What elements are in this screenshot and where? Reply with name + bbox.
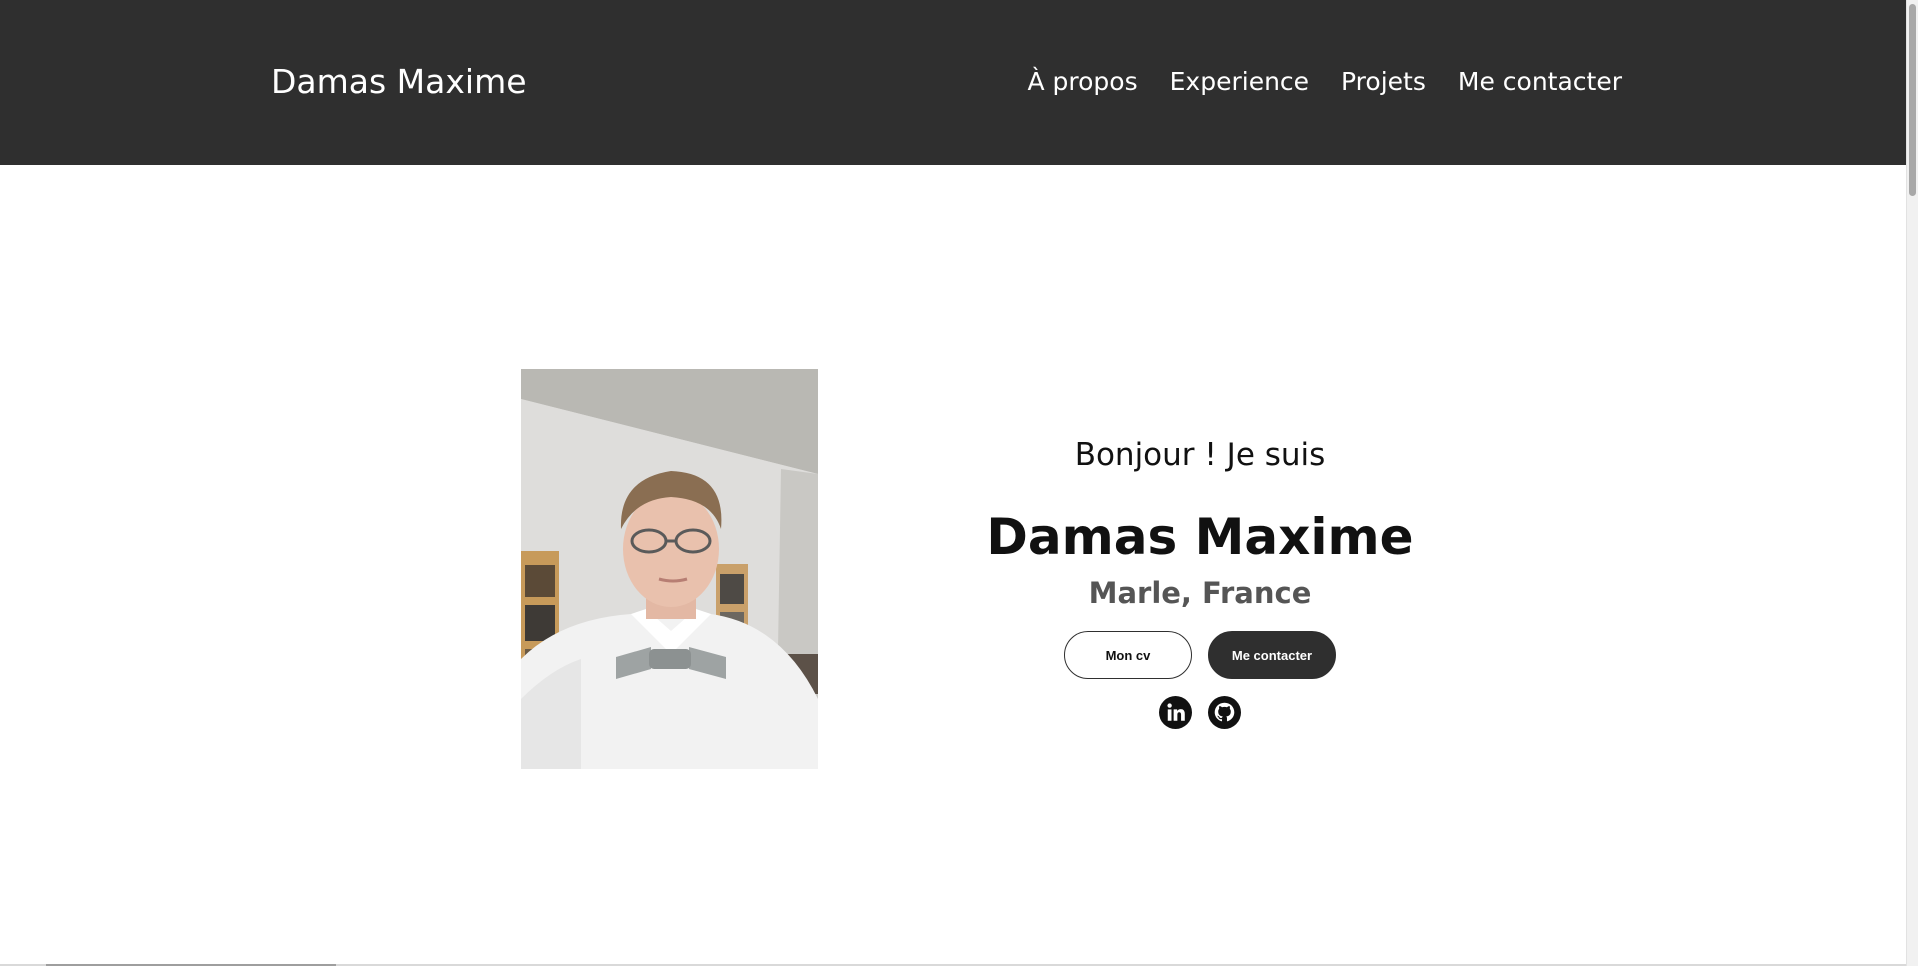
nav-link-experience[interactable]: Experience <box>1170 64 1309 100</box>
profile-photo <box>521 369 818 769</box>
linkedin-icon[interactable] <box>1159 696 1192 729</box>
nav-link-me-contacter[interactable]: Me contacter <box>1458 64 1622 100</box>
page: Damas Maxime À propos Experience Projets… <box>0 0 1918 966</box>
hero-name: Damas Maxime <box>986 508 1414 566</box>
site-brand[interactable]: Damas Maxime <box>271 62 527 102</box>
hero-greeting: Bonjour ! Je suis <box>1074 437 1326 473</box>
hero-buttons: Mon cv Me contacter <box>960 631 1440 679</box>
cv-button[interactable]: Mon cv <box>1064 631 1192 679</box>
contact-button[interactable]: Me contacter <box>1208 631 1336 679</box>
site-header: Damas Maxime À propos Experience Projets… <box>0 0 1906 165</box>
main-nav: À propos Experience Projets Me contacter <box>1027 64 1622 100</box>
hero-location: Marle, France <box>1088 576 1312 610</box>
vertical-scrollbar-thumb[interactable] <box>1909 4 1916 196</box>
social-links <box>960 696 1440 729</box>
github-icon[interactable] <box>1208 696 1241 729</box>
nav-link-a-propos[interactable]: À propos <box>1027 64 1137 100</box>
vertical-scrollbar[interactable] <box>1906 0 1918 966</box>
nav-link-projets[interactable]: Projets <box>1341 64 1426 100</box>
